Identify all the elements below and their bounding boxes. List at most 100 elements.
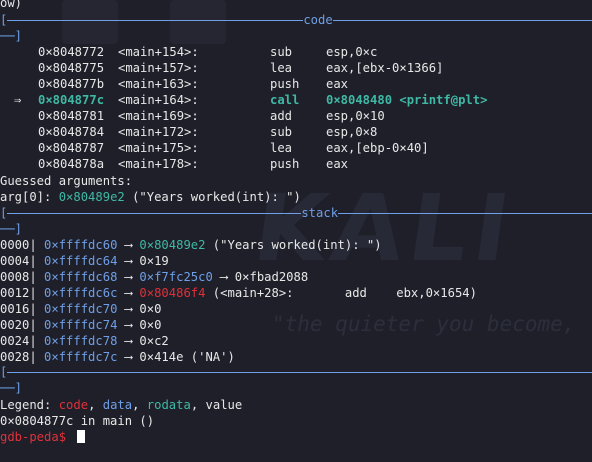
stack-section-title: stack [301, 206, 339, 220]
code-operands: eax [326, 77, 349, 91]
code-address: 0×8048787 [38, 141, 105, 155]
stack-value: 0×80486f4 [139, 286, 206, 300]
legend-value: value [205, 398, 243, 412]
code-symbol: <main+178>: [118, 157, 199, 171]
code-row: 0×8048772 <main+154>: sub esp,0×c [0, 44, 592, 60]
stack-address: 0×ffffdc78 [44, 334, 118, 348]
code-operands: esp,0×10 [326, 109, 385, 123]
code-symbol: <main+172>: [118, 125, 199, 139]
legend-rodata: rodata [146, 398, 191, 412]
stack-section-bracket: ──] [0, 222, 23, 236]
code-mnemonic: push [270, 157, 300, 171]
text-cursor[interactable] [77, 430, 86, 443]
stack-address: 0×ffffdc64 [44, 254, 118, 268]
code-address: 0×8048781 [38, 109, 105, 123]
stack-offset: 0028| [0, 350, 37, 364]
code-row: 0×8048775 <main+157>: lea eax,[ebx-0×1366] [0, 60, 592, 76]
code-operands: eax,[ebx-0×1366] [326, 61, 444, 75]
stack-row: 0004| 0×ffffdc64 ⟶ 0×19 [0, 253, 592, 269]
stack-address: 0×ffffdc6c [44, 286, 118, 300]
code-symbol: <main+154>: [118, 45, 199, 59]
stack-row: 0024| 0×ffffdc78 ⟶ 0×c2 [0, 333, 592, 349]
legend-line: Legend: code, data, rodata, value [0, 398, 243, 412]
code-symbol: <main+169>: [118, 109, 199, 123]
code-symbol: <main+163>: [118, 77, 199, 91]
gdb-prompt: gdb-peda$ [0, 430, 74, 444]
stack-arrow: ⟶ [117, 302, 140, 316]
stack-offset: 0024| [0, 334, 37, 348]
stack-value: 0×80489e2 [139, 238, 206, 252]
stack-row: 0020| 0×ffffdc74 ⟶ 0×0 [0, 317, 592, 333]
stack-arrow: ⟶ [117, 334, 140, 348]
code-mnemonic: add [270, 109, 293, 123]
stack-value: 0×0 [139, 302, 162, 316]
stack-value: 0×f7fc25c0 [139, 270, 213, 284]
stack-offset: 0000| [0, 238, 37, 252]
code-address: 0×8048784 [38, 125, 105, 139]
guessed-arguments-label: Guessed arguments: [0, 174, 133, 188]
code-symbol: <main+175>: [118, 141, 199, 155]
stack-detail: ('NA') [183, 350, 235, 364]
code-row: 0×8048781 <main+169>: add esp,0×10 [0, 108, 592, 124]
code-address: 0×804878a [38, 157, 105, 171]
stack-arrow: ⟶ [117, 286, 140, 300]
stack-value: 0×0 [139, 318, 162, 332]
stack-section-header: [ stack [0, 205, 592, 221]
scrollback-fragment: ow) [0, 0, 23, 10]
code-operands: esp,0×c [326, 45, 378, 59]
code-operands: 0×8048480 <printf@plt> [326, 93, 488, 107]
stack-address: 0×ffffdc60 [44, 238, 118, 252]
stack-detail: (<main+28>: add ebx,0×1654) [205, 286, 477, 300]
stack-arrow: ⟶ [117, 254, 140, 268]
stack-address: 0×ffffdc70 [44, 302, 118, 316]
code-section-bracket: ──] [0, 29, 23, 43]
code-symbol: <main+157>: [118, 61, 199, 75]
stack-offset: 0004| [0, 254, 37, 268]
stack-row: 0012| 0×ffffdc6c ⟶ 0×80486f4 (<main+28>:… [0, 285, 592, 301]
code-operands: eax,[ebp-0×40] [326, 141, 429, 155]
code-address: 0×804877c [38, 93, 105, 107]
stack-offset: 0012| [0, 286, 37, 300]
stack-arrow: ⟶ [117, 350, 140, 364]
stack-arrow: ⟶ [117, 318, 140, 332]
stack-offset: 0008| [0, 270, 37, 284]
stack-row: 0016| 0×ffffdc70 ⟶ 0×0 [0, 301, 592, 317]
stack-address: 0×ffffdc68 [44, 270, 118, 284]
stack-offset: 0020| [0, 318, 37, 332]
code-mnemonic: sub [270, 45, 293, 59]
code-address: 0×8048772 [38, 45, 105, 59]
code-address: 0×8048775 [38, 61, 105, 75]
code-section-title: code [303, 13, 333, 27]
legend-data: data [102, 398, 133, 412]
footer-section-header: [ [0, 364, 592, 380]
code-row-current: ⇒ 0×804877c <main+164>: call 0×8048480 <prin… [0, 92, 592, 108]
legend-code: code [58, 398, 89, 412]
code-address: 0×804877b [38, 77, 105, 91]
argument-address: 0×80489e2 [58, 190, 125, 204]
stack-arrow: ⟶ [117, 238, 140, 252]
stack-row: 0008| 0×ffffdc68 ⟶ 0×f7fc25c0 ⟶ 0×fbad20… [0, 269, 592, 285]
code-row: 0×804878a <main+178>: push eax [0, 156, 592, 172]
code-operands: esp,0×8 [326, 125, 378, 139]
code-row: 0×8048787 <main+175>: lea eax,[ebp-0×40] [0, 140, 592, 156]
stack-arrow: ⟶ [117, 270, 140, 284]
stack-value: 0×c2 [139, 334, 169, 348]
stop-location: 0×0804877c in main () [0, 414, 155, 428]
stack-value: 0×19 [139, 254, 169, 268]
stack-offset: 0016| [0, 302, 37, 316]
code-row: 0×804877b <main+163>: push eax [0, 76, 592, 92]
stack-address: 0×ffffdc7c [44, 350, 118, 364]
code-mnemonic: sub [270, 125, 293, 139]
command-prompt-line[interactable]: gdb-peda$ [0, 429, 592, 445]
code-mnemonic: lea [270, 61, 293, 75]
code-operands: eax [326, 157, 349, 171]
stack-row: 0000| 0×ffffdc60 ⟶ 0×80489e2 ("Years wor… [0, 237, 592, 253]
code-symbol: <main+164>: [118, 93, 199, 107]
stack-value: 0×414e [139, 350, 184, 364]
footer-section-bracket: ──] [0, 381, 23, 395]
current-instruction-arrow: ⇒ [14, 93, 22, 107]
code-mnemonic: push [270, 77, 300, 91]
argument-line: arg[0]: 0×80489e2 ("Years worked(int): "… [0, 190, 301, 204]
stack-row: 0028| 0×ffffdc7c ⟶ 0×414e ('NA') [0, 349, 592, 365]
code-section-header: [ code [0, 12, 592, 28]
